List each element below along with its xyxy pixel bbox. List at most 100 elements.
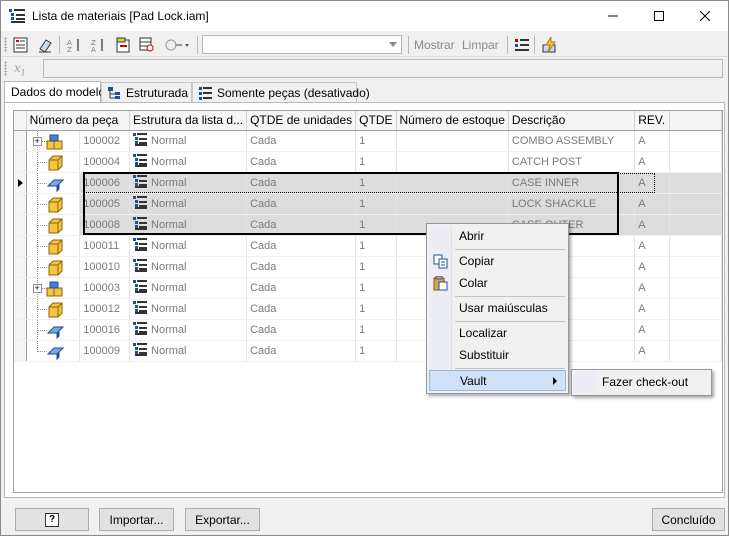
toolbar-grip[interactable]: [4, 37, 7, 52]
row-header[interactable]: [14, 319, 27, 341]
part-number-cell[interactable]: 100006: [79, 172, 131, 194]
column-header[interactable]: QTDE: [355, 111, 397, 131]
expand-icon[interactable]: +: [32, 136, 42, 146]
import-button[interactable]: Importar...: [99, 508, 174, 531]
bom-structure-cell[interactable]: Normal: [129, 214, 248, 236]
row-header[interactable]: [14, 256, 27, 278]
revision-cell[interactable]: A: [634, 298, 670, 320]
column-header[interactable]: Estrutura da lista d...: [129, 111, 248, 131]
revision-cell[interactable]: A: [634, 193, 670, 215]
bom-structure-cell[interactable]: Normal: [129, 235, 248, 257]
renumber-button[interactable]: [114, 36, 132, 54]
part-number-cell[interactable]: 100012: [79, 298, 131, 320]
done-button[interactable]: Concluído: [652, 508, 725, 531]
tree-cell[interactable]: [26, 214, 81, 236]
tree-cell[interactable]: [26, 298, 81, 320]
export-part-list-button[interactable]: [36, 36, 54, 54]
table-row[interactable]: + 100002 Normal Cada 1 COMBO ASSEMBLY A: [14, 130, 722, 152]
part-number-cell[interactable]: 100008: [79, 214, 131, 236]
tree-cell[interactable]: [26, 340, 81, 362]
tree-cell[interactable]: +: [26, 130, 81, 152]
clear-button[interactable]: Limpar: [462, 38, 499, 52]
bom-structure-cell[interactable]: Normal: [129, 256, 248, 278]
bom-structure-cell[interactable]: Normal: [129, 298, 248, 320]
tree-cell[interactable]: [26, 151, 81, 173]
table-row[interactable]: 100005 Normal Cada 1 LOCK SHACKLE A: [14, 193, 722, 215]
qty-cell[interactable]: 1: [355, 214, 397, 236]
bom-editor-icon[interactable]: [12, 36, 30, 54]
qty-cell[interactable]: 1: [355, 235, 397, 257]
table-row[interactable]: 100006 Normal Cada 1 CASE INNER A: [14, 172, 722, 194]
units-cell[interactable]: Cada: [246, 319, 357, 341]
tab-structured[interactable]: Estruturada: [101, 82, 192, 103]
view-combo[interactable]: [202, 35, 402, 54]
description-cell[interactable]: CASE INNER: [508, 172, 636, 194]
bom-structure-cell[interactable]: Normal: [129, 340, 248, 362]
menu-item-replace[interactable]: Substituir: [429, 345, 566, 366]
maximize-button[interactable]: [636, 1, 682, 31]
qty-cell[interactable]: 1: [355, 172, 397, 194]
part-number-cell[interactable]: 100004: [79, 151, 131, 173]
sort-ascending-button[interactable]: AZ: [65, 36, 83, 54]
units-cell[interactable]: Cada: [246, 193, 357, 215]
revision-cell[interactable]: A: [634, 319, 670, 341]
bom-structure-cell[interactable]: Normal: [129, 130, 248, 152]
part-number-cell[interactable]: 100002: [79, 130, 131, 152]
export-button[interactable]: Exportar...: [185, 508, 260, 531]
formula-field[interactable]: [43, 59, 723, 78]
table-row[interactable]: 100009 Normal Cada 1 A: [14, 340, 722, 362]
stock-number-cell[interactable]: [396, 193, 509, 215]
row-header[interactable]: [14, 151, 27, 173]
column-header[interactable]: Descrição: [508, 111, 636, 131]
qty-cell[interactable]: 1: [355, 340, 397, 362]
revision-cell[interactable]: A: [634, 172, 670, 194]
row-header[interactable]: [14, 340, 27, 362]
qty-cell[interactable]: 1: [355, 193, 397, 215]
menu-item-vault[interactable]: Vault: [429, 370, 566, 391]
units-cell[interactable]: Cada: [246, 235, 357, 257]
part-number-cell[interactable]: 100005: [79, 193, 131, 215]
update-button[interactable]: [541, 36, 559, 54]
bom-structure-cell[interactable]: Normal: [129, 193, 248, 215]
minimize-button[interactable]: [590, 1, 636, 31]
tree-cell[interactable]: [26, 193, 81, 215]
table-row[interactable]: 100010 Normal Cada 1 A: [14, 256, 722, 278]
table-row[interactable]: 100004 Normal Cada 1 CATCH POST A: [14, 151, 722, 173]
tree-cell[interactable]: +: [26, 277, 81, 299]
row-header[interactable]: [14, 130, 27, 152]
bom-structure-cell[interactable]: Normal: [129, 277, 248, 299]
qty-cell[interactable]: 1: [355, 298, 397, 320]
part-number-cell[interactable]: 100016: [79, 319, 131, 341]
units-cell[interactable]: Cada: [246, 130, 357, 152]
description-cell[interactable]: COMBO ASSEMBLY: [508, 130, 636, 152]
revision-cell[interactable]: A: [634, 151, 670, 173]
tree-cell[interactable]: [26, 172, 81, 194]
tree-cell[interactable]: [26, 319, 81, 341]
part-number-cell[interactable]: 100010: [79, 256, 131, 278]
description-cell[interactable]: CATCH POST: [508, 151, 636, 173]
menu-item-copy[interactable]: Copiar: [429, 251, 566, 272]
column-header[interactable]: Número da peça: [26, 111, 131, 131]
qty-cell[interactable]: 1: [355, 256, 397, 278]
tab-model-data[interactable]: Dados do modelo: [4, 81, 105, 104]
units-cell[interactable]: Cada: [246, 256, 357, 278]
part-number-cell[interactable]: 100009: [79, 340, 131, 362]
bom-settings-button[interactable]: [513, 36, 531, 54]
stock-number-cell[interactable]: [396, 172, 509, 194]
bom-structure-cell[interactable]: Normal: [129, 319, 248, 341]
qty-cell[interactable]: 1: [355, 319, 397, 341]
revision-cell[interactable]: A: [634, 340, 670, 362]
units-cell[interactable]: Cada: [246, 340, 357, 362]
bom-structure-cell[interactable]: Normal: [129, 172, 248, 194]
menu-item-paste[interactable]: Colar: [429, 273, 566, 294]
table-row[interactable]: 100012 Normal Cada 1 A: [14, 298, 722, 320]
qty-cell[interactable]: 1: [355, 130, 397, 152]
qty-cell[interactable]: 1: [355, 277, 397, 299]
description-cell[interactable]: LOCK SHACKLE: [508, 193, 636, 215]
sort-descending-button[interactable]: ZA: [89, 36, 107, 54]
column-header[interactable]: QTDE de unidades: [246, 111, 357, 131]
row-header[interactable]: [14, 298, 27, 320]
expand-icon[interactable]: +: [32, 283, 42, 293]
column-header[interactable]: REV.: [634, 111, 670, 131]
row-header[interactable]: [14, 214, 27, 236]
